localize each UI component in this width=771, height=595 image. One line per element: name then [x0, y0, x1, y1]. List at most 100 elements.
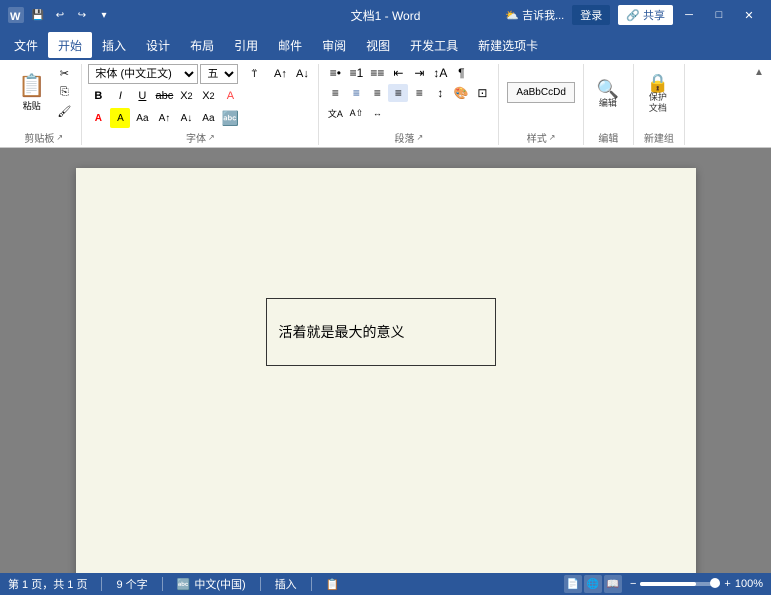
shading-button[interactable]: 🎨	[451, 84, 471, 102]
menu-insert[interactable]: 插入	[92, 32, 136, 58]
text-box[interactable]: 活着就是最大的意义	[266, 298, 496, 366]
line-spacing-button[interactable]: ↕	[430, 84, 450, 102]
align-center-button[interactable]: ≡	[346, 84, 366, 102]
minimize-button[interactable]: ─	[675, 0, 703, 30]
share-button[interactable]: 🔗 共享	[618, 5, 673, 25]
view-web-btn[interactable]: 🌐	[584, 575, 602, 593]
char-spacing-button[interactable]: ↔	[367, 104, 387, 122]
para-expand-icon[interactable]: ↗	[417, 133, 424, 142]
font-row2: B I U abc X2 X2 A	[88, 86, 312, 106]
italic-button[interactable]: I	[110, 86, 130, 106]
cut-button[interactable]: ✂	[53, 64, 75, 82]
show-marks-button[interactable]: ¶	[451, 64, 471, 82]
ribbon-group-clipboard: 📋 粘贴 ✂ ⎘ 🖌 剪贴板 ↗	[6, 64, 82, 145]
clipboard-expand-icon[interactable]: ↗	[56, 133, 63, 142]
save-qa-btn[interactable]: 💾	[28, 5, 48, 25]
svg-text:W: W	[10, 11, 21, 23]
font-size-select[interactable]: 五号	[200, 64, 238, 84]
strikethrough-button[interactable]: abc	[154, 86, 174, 106]
paste-button[interactable]: 📋 粘贴	[12, 64, 51, 120]
zoom-track[interactable]	[640, 582, 720, 586]
list-bullet-button[interactable]: ≡•	[325, 64, 345, 82]
sort-button[interactable]: ↕A	[430, 64, 450, 82]
font-name-select[interactable]: 宋体 (中文正文)	[88, 64, 198, 84]
font-grow-button[interactable]: A↑	[270, 64, 290, 84]
zoom-thumb[interactable]	[710, 578, 720, 588]
format-painter-button[interactable]: 🖌	[53, 102, 75, 120]
zoom-percent[interactable]: 100%	[735, 578, 763, 590]
edit-content: 🔍 编辑	[590, 64, 627, 128]
insert-mode[interactable]: 插入	[275, 576, 297, 592]
list-number-button[interactable]: ≡1	[346, 64, 366, 82]
ribbon-collapse-button[interactable]: ▲	[751, 64, 767, 80]
redo-qa-btn[interactable]: ↪	[72, 5, 92, 25]
font-color-button[interactable]: A	[88, 108, 108, 128]
align-right-button[interactable]: ≡	[367, 84, 387, 102]
borders-button[interactable]: ⊡	[472, 84, 492, 102]
document-page: 活着就是最大的意义	[76, 168, 696, 573]
bold-button[interactable]: B	[88, 86, 108, 106]
superscript-button[interactable]: X2	[198, 86, 218, 106]
highlight-color-button[interactable]: A	[110, 108, 130, 128]
more-qa-btn[interactable]: ▾	[94, 5, 114, 25]
zoom-plus-btn[interactable]: +	[724, 578, 730, 590]
change-case-button[interactable]: Aa	[198, 108, 218, 128]
justify-dist-button[interactable]: ≡	[409, 84, 429, 102]
maximize-button[interactable]: □	[705, 0, 733, 30]
copy-button[interactable]: ⎘	[53, 83, 75, 101]
menu-layout[interactable]: 布局	[180, 32, 224, 58]
column-button[interactable]: A⇧	[346, 104, 366, 122]
cloud-search[interactable]: ⛅ 吉诉我...	[505, 7, 564, 23]
menu-references[interactable]: 引用	[224, 32, 268, 58]
protect-button[interactable]: 🔒 保护文档	[640, 64, 676, 124]
menu-design[interactable]: 设计	[136, 32, 180, 58]
clear-btn2[interactable]: 🔤	[220, 108, 240, 128]
edit-label: 编辑	[599, 98, 617, 109]
list-multi-button[interactable]: ≡≡	[367, 64, 387, 82]
para-row1: ≡• ≡1 ≡≡ ⇤ ⇥ ↕A ¶	[325, 64, 492, 82]
subscript-button[interactable]: X2	[176, 86, 196, 106]
align-left-button[interactable]: ≡	[325, 84, 345, 102]
login-button[interactable]: 登录	[572, 5, 610, 25]
clear-format-button[interactable]: A	[220, 86, 240, 106]
menu-mailings[interactable]: 邮件	[268, 32, 312, 58]
page-info[interactable]: 第 1 页，共 1 页	[8, 576, 87, 592]
track-changes[interactable]: 📋	[326, 578, 340, 591]
view-print-btn[interactable]: 📄	[564, 575, 582, 593]
font-shrink-button[interactable]: A↓	[292, 64, 312, 84]
font-row3: A A Aa A↑ A↓ Aa 🔤	[88, 108, 312, 128]
ribbon-group-styles: AaBbCcDd 样式 ↗	[499, 64, 583, 145]
font-color2-button[interactable]: Aa	[132, 108, 152, 128]
font-row1: 宋体 (中文正文) 五号 T̈ A↑ A↓	[88, 64, 312, 84]
undo-qa-btn[interactable]: ↩	[50, 5, 70, 25]
menu-view[interactable]: 视图	[356, 32, 400, 58]
indent-decrease-button[interactable]: ⇤	[388, 64, 408, 82]
align-justify-button[interactable]: ≡	[388, 84, 408, 102]
font-expand-icon[interactable]: ↗	[208, 133, 215, 142]
text-direction-button[interactable]: 文A	[325, 104, 345, 122]
menu-review[interactable]: 审阅	[312, 32, 356, 58]
menu-home[interactable]: 开始	[48, 32, 92, 58]
menu-file[interactable]: 文件	[4, 32, 48, 58]
font-size-adjust2[interactable]: A↓	[176, 108, 196, 128]
styles-gallery[interactable]: AaBbCcDd	[507, 82, 574, 103]
zoom-minus-btn[interactable]: −	[630, 578, 636, 590]
underline-button[interactable]: U	[132, 86, 152, 106]
zoom-fill	[640, 582, 696, 586]
edit-button[interactable]: 🔍 编辑	[590, 64, 626, 124]
font-size-icon: T̈	[240, 64, 268, 84]
status-divider1	[101, 577, 102, 591]
view-buttons: 📄 🌐 📖	[564, 575, 622, 593]
status-bar: 第 1 页，共 1 页 9 个字 🔤 中文(中国) 插入 📋 📄 🌐 📖 −	[0, 573, 771, 595]
menu-newtab[interactable]: 新建选项卡	[468, 32, 548, 58]
paragraph-content: ≡• ≡1 ≡≡ ⇤ ⇥ ↕A ¶ ≡ ≡ ≡ ≡ ≡ ↕ 🎨 ⊡	[325, 64, 492, 128]
indent-increase-button[interactable]: ⇥	[409, 64, 429, 82]
view-read-btn[interactable]: 📖	[604, 575, 622, 593]
lang-status[interactable]: 🔤 中文(中国)	[177, 576, 246, 592]
close-button[interactable]: ✕	[735, 0, 763, 30]
font-size-adjust[interactable]: A↑	[154, 108, 174, 128]
paste-label: 粘贴	[23, 99, 41, 112]
styles-expand-icon[interactable]: ↗	[549, 133, 556, 142]
word-count[interactable]: 9 个字	[116, 576, 147, 592]
menu-devtools[interactable]: 开发工具	[400, 32, 468, 58]
